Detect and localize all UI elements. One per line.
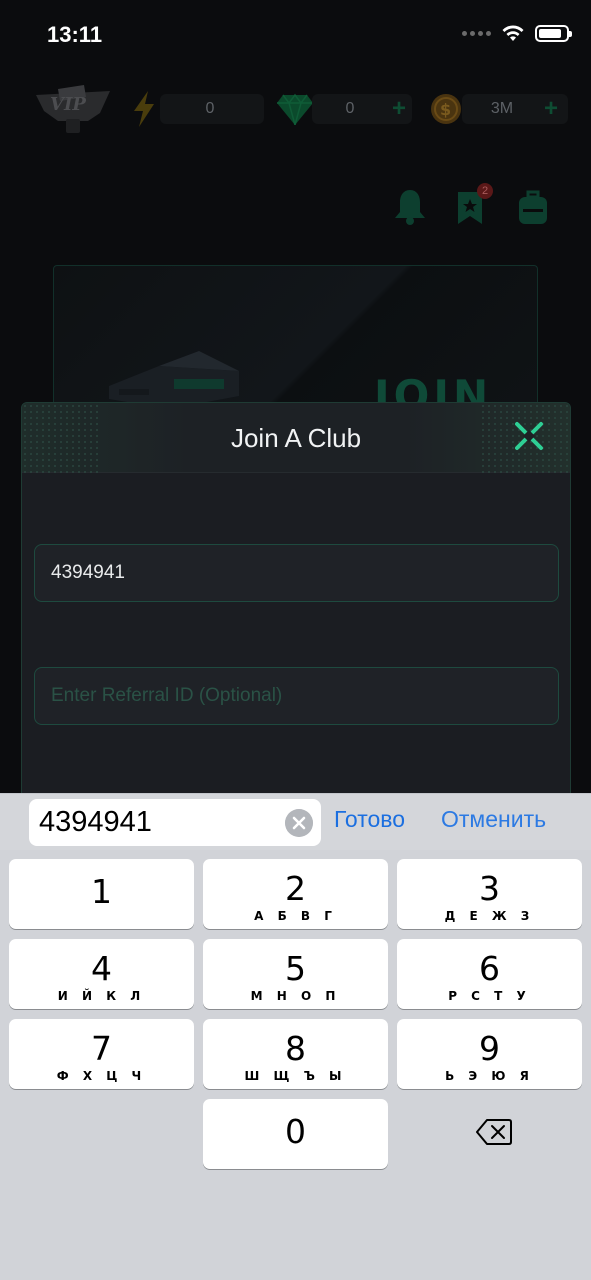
gem-icon (277, 93, 313, 125)
key-9[interactable]: 9 Ь Э Ю Я (397, 1019, 582, 1089)
svg-text:$: $ (440, 100, 451, 119)
key-number: 5 (285, 949, 306, 988)
coins-value: 3M (490, 100, 514, 117)
resource-bar: VIP 0 0 + $ 3M + (22, 85, 570, 133)
status-icons (462, 24, 572, 42)
backspace-icon[interactable] (476, 1118, 512, 1146)
key-1[interactable]: 1 (9, 859, 194, 929)
gems-value: 0 (345, 100, 355, 117)
vip-label: VIP (50, 94, 86, 115)
key-letters: Д Е Ж З (444, 909, 535, 923)
status-time: 13:11 (47, 22, 103, 47)
key-number: 2 (285, 869, 306, 908)
key-number: 8 (285, 1029, 306, 1068)
key-number: 3 (479, 869, 500, 908)
club-building-image (109, 351, 239, 409)
modal-header: Join A Club (22, 403, 570, 473)
key-8[interactable]: 8 Ш Щ Ъ Ы (203, 1019, 388, 1089)
notification-badge: 2 (477, 183, 493, 199)
key-number: 9 (479, 1029, 500, 1068)
key-2[interactable]: 2 А Б В Г (203, 859, 388, 929)
key-letters: Р С Т У (448, 989, 531, 1003)
backpack-icon[interactable] (517, 190, 549, 226)
key-letters: Ш Щ Ъ Ы (244, 1069, 347, 1083)
wifi-icon (502, 25, 524, 41)
keyboard-accessory-bar: 4394941 Готово Отменить (0, 793, 591, 850)
key-number: 1 (91, 872, 112, 911)
battery-icon (535, 24, 572, 42)
key-letters: М Н О П (250, 989, 341, 1003)
vip-badge-icon[interactable]: VIP (28, 83, 118, 137)
lightning-icon (134, 91, 154, 127)
key-letters: А Б В Г (254, 909, 337, 923)
add-coins-button[interactable]: + (544, 95, 558, 123)
club-id-value: 4394941 (51, 562, 125, 583)
status-bar: 13:11 (0, 0, 591, 70)
signal-icon (462, 30, 491, 36)
key-number: 7 (91, 1029, 112, 1068)
modal-title: Join A Club (230, 423, 362, 453)
key-number: 4 (91, 949, 112, 988)
done-button[interactable]: Готово (334, 806, 405, 833)
club-id-field[interactable]: 4394941 (34, 544, 559, 602)
key-number: 0 (285, 1112, 306, 1151)
key-5[interactable]: 5 М Н О П (203, 939, 388, 1009)
key-number: 6 (479, 949, 500, 988)
coin-icon: $ (431, 94, 461, 124)
add-gems-button[interactable]: + (392, 95, 406, 123)
top-icons: 2 (393, 183, 563, 228)
key-4[interactable]: 4 И Й К Л (9, 939, 194, 1009)
key-3[interactable]: 3 Д Е Ж З (397, 859, 582, 929)
bell-icon[interactable] (393, 188, 427, 226)
clear-icon[interactable] (285, 809, 313, 837)
energy-value: 0 (205, 100, 215, 117)
key-0[interactable]: 0 (203, 1099, 388, 1169)
accessory-input-value: 4394941 (39, 806, 152, 838)
key-letters: И Й К Л (57, 989, 146, 1003)
cancel-button[interactable]: Отменить (441, 806, 546, 833)
key-7[interactable]: 7 Ф Х Ц Ч (9, 1019, 194, 1089)
accessory-input[interactable]: 4394941 (29, 799, 321, 846)
key-letters: Ф Х Ц Ч (56, 1069, 147, 1083)
key-6[interactable]: 6 Р С Т У (397, 939, 582, 1009)
close-icon[interactable] (514, 421, 544, 451)
key-letters: Ь Э Ю Я (445, 1069, 534, 1083)
referral-id-placeholder: Enter Referral ID (Optional) (51, 685, 283, 706)
referral-id-field[interactable]: Enter Referral ID (Optional) (34, 667, 559, 725)
join-club-modal: Join A Club 4394941 Enter Referral ID (O… (21, 402, 571, 822)
